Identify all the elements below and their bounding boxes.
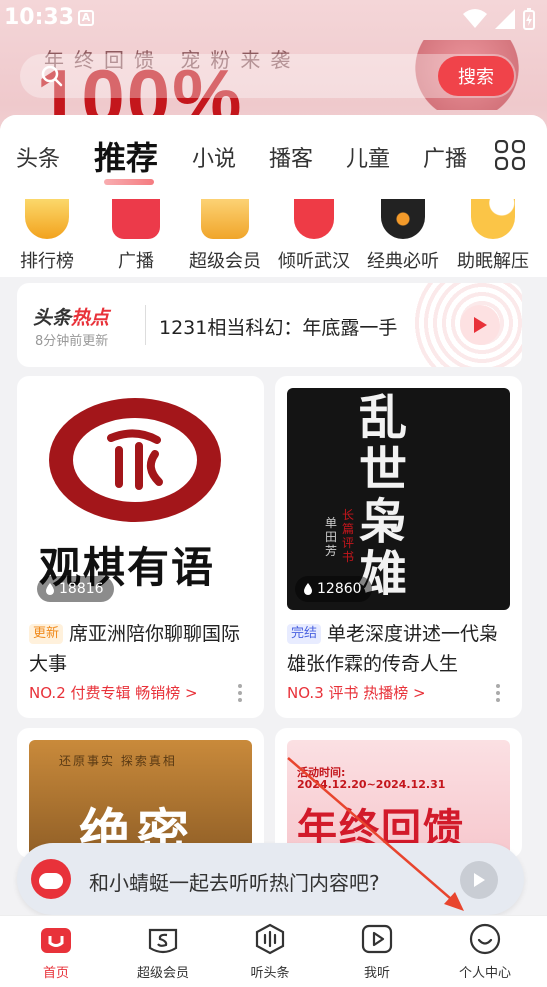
status-bar: 10:33 A <box>0 0 547 36</box>
quick-entry-ranking[interactable]: 排行榜 <box>7 199 87 273</box>
mascot-avatar <box>31 859 71 899</box>
search-icon <box>41 65 63 87</box>
audio-wave-icon <box>253 922 287 956</box>
nav-headlines[interactable]: 听头条 <box>225 922 315 981</box>
quick-entry-wuhan[interactable]: 倾听武汉 <box>274 199 354 273</box>
event-card[interactable]: 活动时间: 2024.12.20~2024.12.31 年终回馈 <box>275 728 522 858</box>
bottom-navigation: 首页 超级会员 听头条 我听 个人中心 <box>0 915 547 987</box>
cover-author: 单田芳 <box>325 516 338 558</box>
quick-entry-radio[interactable]: 广播 <box>96 199 176 273</box>
play-button[interactable] <box>460 305 500 345</box>
quick-entry-classics[interactable]: 经典必听 <box>363 199 443 273</box>
cover-subtitle: 长篇评书 <box>342 508 355 564</box>
assistant-bar[interactable]: 和小蜻蜓一起去听听热门内容吧? <box>17 843 524 915</box>
crown-icon <box>201 199 249 239</box>
ranking-link[interactable]: NO.2 付费专辑 畅销榜 > <box>29 682 198 703</box>
album-cover: 还原事实 探索真相 绝密 <box>29 740 252 858</box>
tab-radio[interactable]: 广播 <box>423 141 467 173</box>
hot-news-title: 1231相当科幻：年底露一手 <box>159 317 398 339</box>
hot-news-card[interactable]: 头条热点 8分钟前更新 1231相当科幻：年底露一手 <box>17 283 522 367</box>
vinyl-record-icon <box>381 199 425 239</box>
trophy-icon <box>25 199 69 239</box>
nav-label: 我听 <box>363 966 390 981</box>
signal-icon <box>495 9 515 29</box>
moon-icon <box>471 199 515 239</box>
clock: 10:33 <box>4 5 75 30</box>
play-count: 12860 <box>295 576 372 602</box>
play-count: 18816 <box>37 576 114 602</box>
nav-label: 个人中心 <box>458 966 511 981</box>
all-categories-grid-icon[interactable] <box>495 140 525 170</box>
quick-entry-label: 排行榜 <box>20 251 74 272</box>
quick-entry-label: 经典必听 <box>367 251 439 272</box>
nav-label: 首页 <box>42 966 69 981</box>
album-cover: 乱世枭雄 长篇评书 单田芳 12860 <box>287 388 510 610</box>
cover-tagline: 还原事实 探索真相 <box>59 754 177 768</box>
active-tab-indicator <box>104 179 154 185</box>
smile-face-icon <box>468 922 502 956</box>
fire-icon <box>304 582 312 595</box>
album-title: 完结 单老深度讲述一代枭雄张作霖的传奇人生 <box>287 623 499 675</box>
event-date: 2024.12.20~2024.12.31 <box>297 778 446 791</box>
album-title: 更新 席亚洲陪你聊聊国际大事 <box>29 623 241 675</box>
divider <box>145 305 146 345</box>
play-icon <box>474 873 485 887</box>
vip-icon <box>146 922 180 956</box>
quick-entry-label: 超级会员 <box>189 251 261 272</box>
search-bar[interactable]: 搜索 <box>20 54 516 98</box>
notification-icon: A <box>78 10 94 26</box>
more-options-icon[interactable] <box>238 684 242 705</box>
play-square-icon <box>360 922 394 956</box>
wifi-icon <box>463 9 487 28</box>
category-tabs: 头条 推荐 小说 播客 儿童 广播 <box>0 115 547 199</box>
nav-label: 听头条 <box>250 966 290 981</box>
completed-badge: 完结 <box>287 624 322 644</box>
nav-my-listening[interactable]: 我听 <box>332 922 422 981</box>
location-pin-icon <box>294 199 334 239</box>
album-card[interactable]: 观棋有语 18816 更新 席亚洲陪你聊聊国际大事 NO.2 付费专辑 畅销榜 > <box>17 376 264 718</box>
event-cover: 活动时间: 2024.12.20~2024.12.31 年终回馈 <box>287 740 510 858</box>
home-icon <box>39 922 73 956</box>
album-cover: 观棋有语 18816 <box>29 388 252 610</box>
tab-podcasts[interactable]: 播客 <box>269 141 313 173</box>
tab-recommend[interactable]: 推荐 <box>94 133 158 185</box>
tab-novels[interactable]: 小说 <box>192 141 236 173</box>
quick-entry-label: 助眠解压 <box>457 251 529 272</box>
radio-icon <box>112 199 160 239</box>
more-options-icon[interactable] <box>496 684 500 705</box>
nav-label: 超级会员 <box>136 966 189 981</box>
quick-entry-vip[interactable]: 超级会员 <box>185 199 265 273</box>
nav-vip[interactable]: 超级会员 <box>118 922 208 981</box>
cover-title: 乱世枭雄 <box>359 390 408 602</box>
nav-profile[interactable]: 个人中心 <box>440 922 530 981</box>
quick-entry-sleep[interactable]: 助眠解压 <box>453 199 533 273</box>
quick-entry-label: 倾听武汉 <box>278 251 350 272</box>
play-icon <box>474 317 487 333</box>
assistant-play-button[interactable] <box>460 861 498 899</box>
update-badge: 更新 <box>29 624 64 644</box>
tab-headlines[interactable]: 头条 <box>16 141 60 173</box>
hot-news-logo: 头条热点 <box>33 307 110 329</box>
hot-news-updated: 8分钟前更新 <box>35 334 109 349</box>
quick-entry-row: 排行榜 广播 超级会员 倾听武汉 经典必听 助眠解压 <box>0 199 547 277</box>
tab-children[interactable]: 儿童 <box>346 141 390 173</box>
battery-icon <box>523 8 535 30</box>
assistant-prompt: 和小蜻蜓一起去听听热门内容吧? <box>89 871 380 895</box>
ranking-link[interactable]: NO.3 评书 热播榜 > <box>287 682 426 703</box>
album-card[interactable]: 还原事实 探索真相 绝密 <box>17 728 264 858</box>
search-button[interactable]: 搜索 <box>438 56 514 96</box>
system-icons <box>463 8 535 30</box>
quick-entry-label: 广播 <box>118 251 154 272</box>
fire-icon <box>46 582 54 595</box>
album-card[interactable]: 乱世枭雄 长篇评书 单田芳 12860 完结 单老深度讲述一代枭雄张作霖的传奇人生… <box>275 376 522 718</box>
nav-home[interactable]: 首页 <box>11 922 101 981</box>
